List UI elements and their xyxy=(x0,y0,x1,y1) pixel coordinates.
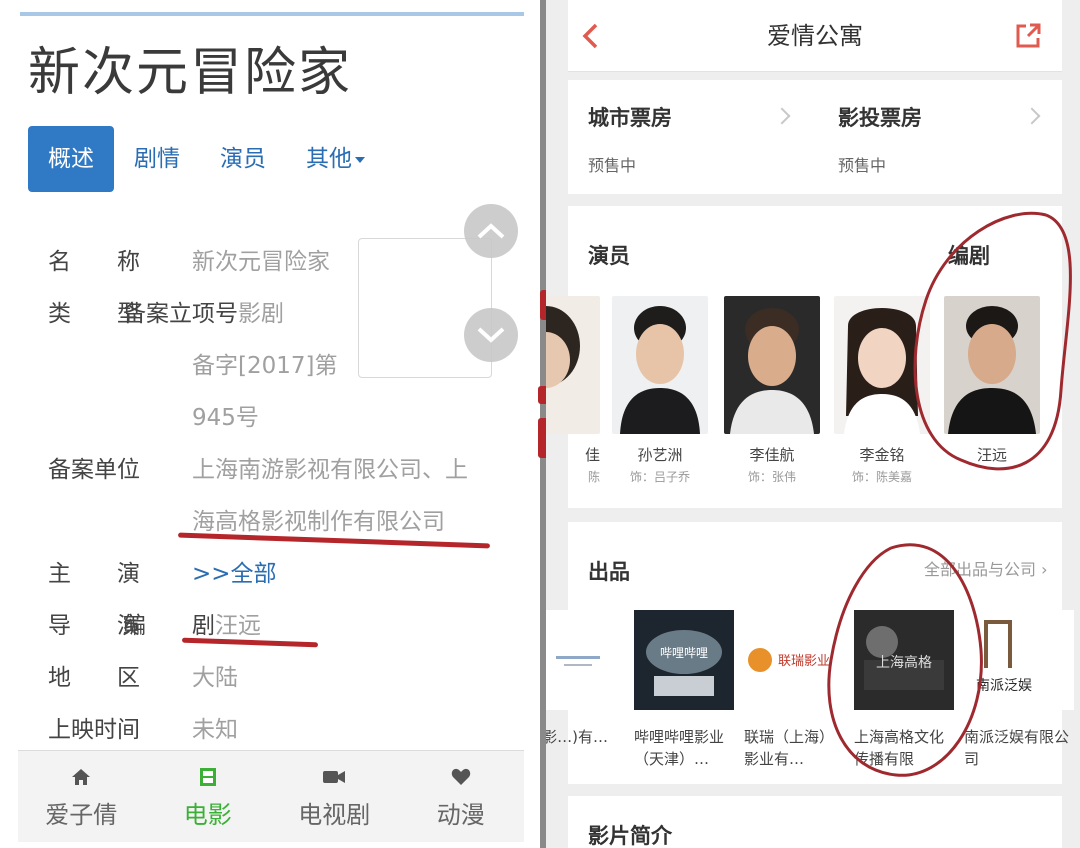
page-title: 新次元冒险家 xyxy=(28,43,353,103)
region-value: 大陆 xyxy=(192,665,238,691)
left-phone-screen: 新次元冒险家 概述 剧情 演员 其他 名 称 新次元冒险家 类 型 备案立项号影… xyxy=(0,0,540,848)
nav-item-film[interactable]: 电影 xyxy=(145,751,272,842)
unit-value-1: 上海南游影视有限公司、上 xyxy=(192,457,468,483)
all-cast-link[interactable]: >>全部 xyxy=(192,548,277,600)
info-row-region: 地 区 大陆 xyxy=(48,652,508,704)
nav-item-anime[interactable]: 动漫 xyxy=(398,751,525,842)
heart-icon xyxy=(451,763,471,791)
tab-overview[interactable]: 概述 xyxy=(28,126,114,192)
info-row-type: 类 型 备案立项号影剧 xyxy=(48,288,508,340)
unit-label: 备案单位 xyxy=(48,457,140,483)
nav-item-tv[interactable]: 电视剧 xyxy=(271,751,398,842)
top-accent-line xyxy=(20,12,524,16)
nav-label-tv: 电视剧 xyxy=(298,801,371,829)
tab-plot[interactable]: 剧情 xyxy=(114,126,200,192)
record-value-1: 影剧 xyxy=(238,301,284,327)
film-icon xyxy=(198,763,218,791)
tab-other-label: 其他 xyxy=(306,146,352,172)
right-phone-screen: 爱情公寓 城市票房 预售中 影投票房 预售中 演员 编剧 佳 陈 孙艺洲 饰：吕… xyxy=(546,0,1080,848)
camera-icon xyxy=(322,763,346,791)
info-row-name: 名 称 新次元冒险家 xyxy=(48,236,508,288)
record-value-2: 备字[2017]第 xyxy=(192,353,338,379)
info-row-lead: 主 演 >>全部 xyxy=(48,548,508,600)
name-label: 名 称 xyxy=(48,249,140,275)
nav-label-anime: 动漫 xyxy=(436,801,485,829)
home-icon xyxy=(71,763,91,791)
tab-other[interactable]: 其他 xyxy=(286,126,385,192)
info-row-record-2: 备字[2017]第 xyxy=(48,340,508,392)
info-row-unit: 备案单位 上海南游影视有限公司、上 xyxy=(48,444,508,496)
info-row-record-3: 945号 xyxy=(48,392,508,444)
nav-item-home[interactable]: 爱子倩 xyxy=(18,751,145,842)
nav-label-home: 爱子倩 xyxy=(45,801,118,829)
annotation-circles xyxy=(827,211,1072,777)
writer-name: 汪远 xyxy=(215,613,261,639)
bottom-nav-bar: 爱子倩 电影 电视剧 动漫 xyxy=(18,750,524,842)
movie-info-list: 名 称 新次元冒险家 类 型 备案立项号影剧 备字[2017]第 945号 备案… xyxy=(48,236,508,756)
info-row-release: 上映时间 未知 xyxy=(48,704,508,756)
region-label: 地 区 xyxy=(48,665,140,691)
tab-cast[interactable]: 演员 xyxy=(200,126,286,192)
release-label: 上映时间 xyxy=(48,717,140,743)
tab-bar: 概述 剧情 演员 其他 xyxy=(28,126,385,192)
record-label: 备案立项号 xyxy=(123,301,238,327)
name-value: 新次元冒险家 xyxy=(192,249,330,275)
lead-label: 主 演 xyxy=(48,561,140,587)
record-number-value: 备案立项号影剧 xyxy=(123,288,284,340)
nav-label-film: 电影 xyxy=(183,801,232,829)
caret-down-icon xyxy=(355,156,365,163)
release-value: 未知 xyxy=(192,717,238,743)
writer-label: 编 剧 xyxy=(123,613,215,639)
record-value-3: 945号 xyxy=(192,405,259,431)
